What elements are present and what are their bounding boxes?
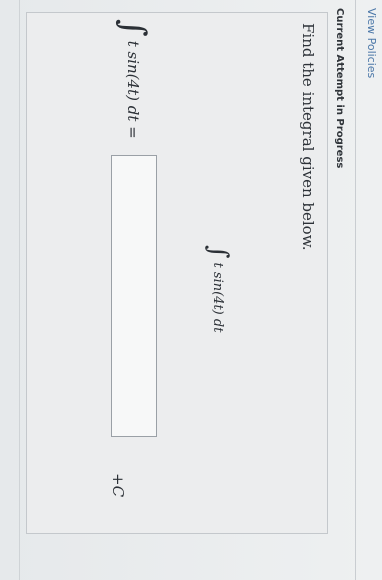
- view-policies-link[interactable]: View Policies: [365, 8, 378, 78]
- answer-input[interactable]: [111, 155, 157, 437]
- constant-of-integration: +C: [109, 473, 127, 498]
- answer-lhs: ∫ t sin(4t) dt =: [109, 19, 157, 139]
- integrand: t sin(4t) dt: [210, 262, 226, 333]
- answer-lhs-text: t sin(4t) dt =: [124, 40, 142, 139]
- page-edge-divider: [19, 0, 20, 580]
- header-divider: [355, 0, 356, 580]
- attempt-status: Current Attempt in Progress: [334, 8, 345, 169]
- integral-sign: ∫: [203, 245, 233, 259]
- integral-expression: ∫ t sin(4t) dt: [203, 245, 233, 333]
- question-prompt: Find the integral given below.: [299, 23, 317, 251]
- answer-integral-sign: ∫: [113, 19, 153, 37]
- screen: View Policies Current Attempt in Progres…: [0, 0, 382, 580]
- question-panel: Find the integral given below. ∫ t sin(4…: [26, 12, 328, 534]
